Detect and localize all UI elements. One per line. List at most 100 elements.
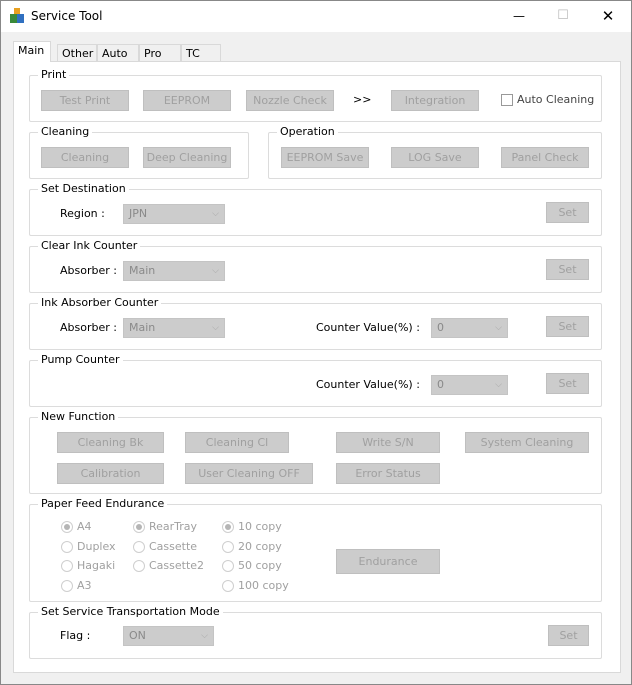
- radio-label: A4: [77, 520, 92, 533]
- radio-a4[interactable]: A4: [61, 520, 92, 533]
- radio-label: Hagaki: [77, 559, 116, 572]
- tab-tc[interactable]: TC: [181, 44, 221, 62]
- radio-label: Cassette: [149, 540, 198, 553]
- radio-100-copy[interactable]: 100 copy: [222, 579, 289, 592]
- group-label: Operation: [277, 125, 338, 138]
- log-save-button[interactable]: LOG Save: [391, 147, 479, 168]
- group-label: Set Destination: [38, 182, 129, 195]
- minimize-button[interactable]: —: [504, 6, 534, 26]
- eeprom-save-button[interactable]: EEPROM Save: [281, 147, 369, 168]
- system-cleaning-button[interactable]: System Cleaning: [465, 432, 589, 453]
- radio-10-copy[interactable]: 10 copy: [222, 520, 282, 533]
- eeprom-button[interactable]: EEPROM: [143, 90, 231, 111]
- calibration-button[interactable]: Calibration: [57, 463, 164, 484]
- region-select[interactable]: JPN ⌵: [123, 204, 225, 224]
- set-destination-group: Set Destination: [29, 182, 602, 236]
- checkbox-box[interactable]: [501, 93, 513, 106]
- group-label: Paper Feed Endurance: [38, 497, 168, 510]
- pump-counter-set-button[interactable]: Set: [546, 373, 589, 394]
- absorber-label: Absorber :: [60, 264, 117, 277]
- chevron-down-icon: ⌵: [212, 209, 219, 219]
- auto-cleaning-checkbox[interactable]: Auto Cleaning: [501, 93, 594, 106]
- radio-dot[interactable]: [222, 520, 234, 533]
- flag-label: Flag :: [60, 629, 91, 642]
- cleaning-cl-button[interactable]: Cleaning Cl: [185, 432, 289, 453]
- clear-absorber-select[interactable]: Main ⌵: [123, 261, 225, 281]
- transportation-mode-group: Set Service Transportation Mode: [29, 605, 602, 659]
- error-status-button[interactable]: Error Status: [336, 463, 440, 484]
- radio-50-copy[interactable]: 50 copy: [222, 559, 282, 572]
- service-tool-window: Service Tool — ☐ ✕ Main Other Auto Pro T…: [0, 0, 632, 685]
- radio-dot[interactable]: [222, 559, 234, 572]
- tab-other[interactable]: Other: [57, 44, 97, 62]
- select-value: Main: [129, 321, 156, 334]
- select-value: ON: [129, 629, 146, 642]
- cleaning-bk-button[interactable]: Cleaning Bk: [57, 432, 164, 453]
- app-icon: [10, 8, 24, 23]
- select-value: Main: [129, 264, 156, 277]
- chevron-down-icon: ⌵: [495, 323, 502, 333]
- ink-absorber-select[interactable]: Main ⌵: [123, 318, 225, 338]
- close-button[interactable]: ✕: [593, 6, 623, 26]
- select-value: 0: [437, 378, 444, 391]
- counter-value-label: Counter Value(%) :: [316, 321, 420, 334]
- chevron-down-icon: ⌵: [201, 631, 208, 641]
- group-label: Cleaning: [38, 125, 93, 138]
- cleaning-button[interactable]: Cleaning: [41, 147, 129, 168]
- radio-dot[interactable]: [133, 540, 145, 553]
- group-label: New Function: [38, 410, 119, 423]
- chevron-down-icon: ⌵: [212, 266, 219, 276]
- tab-pro[interactable]: Pro: [139, 44, 181, 62]
- absorber-label: Absorber :: [60, 321, 117, 334]
- radio-dot[interactable]: [222, 579, 234, 592]
- radio-label: Duplex: [77, 540, 116, 553]
- nozzle-check-button[interactable]: Nozzle Check: [246, 90, 334, 111]
- radio-20-copy[interactable]: 20 copy: [222, 540, 282, 553]
- ink-counter-value-select[interactable]: 0 ⌵: [431, 318, 508, 338]
- radio-dot[interactable]: [61, 520, 73, 533]
- radio-a3[interactable]: A3: [61, 579, 92, 592]
- ink-absorber-set-button[interactable]: Set: [546, 316, 589, 337]
- maximize-button[interactable]: ☐: [548, 6, 578, 26]
- radio-hagaki[interactable]: Hagaki: [61, 559, 115, 572]
- group-label: Clear Ink Counter: [38, 239, 141, 252]
- radio-reartray[interactable]: RearTray: [133, 520, 197, 533]
- group-label: Ink Absorber Counter: [38, 296, 162, 309]
- group-label: Pump Counter: [38, 353, 123, 366]
- radio-cassette[interactable]: Cassette: [133, 540, 197, 553]
- radio-label: A3: [77, 579, 92, 592]
- transport-set-button[interactable]: Set: [548, 625, 589, 646]
- radio-label: 50 copy: [238, 559, 282, 572]
- deep-cleaning-button[interactable]: Deep Cleaning: [143, 147, 231, 168]
- tab-main[interactable]: Main: [13, 41, 51, 62]
- clear-ink-set-button[interactable]: Set: [546, 259, 589, 280]
- radio-label: RearTray: [149, 520, 198, 533]
- group-label: Print: [38, 68, 70, 81]
- radio-dot[interactable]: [61, 540, 73, 553]
- radio-dot[interactable]: [133, 520, 145, 533]
- arrow-label: >>: [353, 93, 372, 106]
- radio-dot[interactable]: [61, 579, 73, 592]
- radio-dot[interactable]: [222, 540, 234, 553]
- destination-set-button[interactable]: Set: [546, 202, 589, 223]
- title-bar: Service Tool — ☐ ✕: [1, 1, 631, 32]
- chevron-down-icon: ⌵: [495, 380, 502, 390]
- endurance-button[interactable]: Endurance: [336, 549, 440, 574]
- user-cleaning-off-button[interactable]: User Cleaning OFF: [185, 463, 313, 484]
- radio-duplex[interactable]: Duplex: [61, 540, 116, 553]
- integration-button[interactable]: Integration: [391, 90, 479, 111]
- flag-select[interactable]: ON ⌵: [123, 626, 214, 646]
- tab-auto[interactable]: Auto: [97, 44, 139, 62]
- radio-dot[interactable]: [61, 559, 73, 572]
- write-sn-button[interactable]: Write S/N: [336, 432, 440, 453]
- window-title: Service Tool: [31, 9, 103, 23]
- pump-counter-value-select[interactable]: 0 ⌵: [431, 375, 508, 395]
- radio-label: 20 copy: [238, 540, 282, 553]
- panel-check-button[interactable]: Panel Check: [501, 147, 589, 168]
- group-label: Set Service Transportation Mode: [38, 605, 223, 618]
- radio-label: 100 copy: [238, 579, 289, 592]
- radio-cassette2[interactable]: Cassette2: [133, 559, 204, 572]
- test-print-button[interactable]: Test Print: [41, 90, 129, 111]
- radio-dot[interactable]: [133, 559, 145, 572]
- select-value: 0: [437, 321, 444, 334]
